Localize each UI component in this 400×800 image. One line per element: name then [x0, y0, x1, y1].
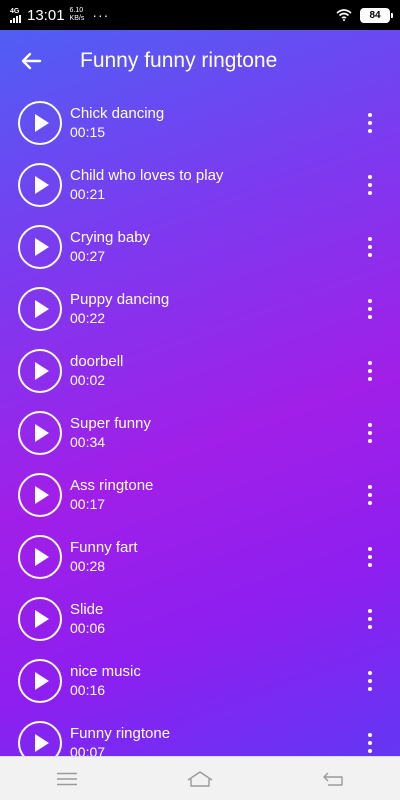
- ringtone-info: Ass ringtone 00:17: [70, 477, 153, 513]
- ringtone-info: Puppy dancing 00:22: [70, 291, 169, 327]
- play-icon: [35, 548, 49, 566]
- play-button[interactable]: [18, 473, 62, 517]
- ringtone-item[interactable]: Puppy dancing 00:22: [0, 278, 400, 340]
- network-speed: 6.10 KB/s: [70, 7, 85, 23]
- network-type-label: 4G: [10, 7, 20, 15]
- more-vertical-icon[interactable]: [362, 542, 378, 572]
- signal-icon: [10, 14, 21, 23]
- network-speed-unit: KB/s: [69, 15, 85, 22]
- page-title: Funny funny ringtone: [80, 49, 278, 72]
- notification-more-icon: ···: [92, 7, 110, 23]
- more-vertical-icon[interactable]: [362, 604, 378, 634]
- ringtone-duration: 00:34: [70, 434, 106, 450]
- play-icon: [35, 424, 49, 442]
- ringtone-list: Chick dancing 00:15 Child who loves to p…: [0, 92, 400, 774]
- more-vertical-icon[interactable]: [362, 170, 378, 200]
- play-icon: [35, 362, 49, 380]
- home-button[interactable]: [170, 757, 230, 800]
- ringtone-item[interactable]: Chick dancing 00:15: [0, 92, 400, 154]
- ringtone-info: doorbell 00:02: [70, 353, 123, 389]
- ringtone-item[interactable]: Child who loves to play 00:21: [0, 154, 400, 216]
- ringtone-duration: 00:22: [70, 310, 106, 326]
- clock: 13:01: [27, 6, 65, 24]
- more-vertical-icon[interactable]: [362, 418, 378, 448]
- signal-indicator: 4G: [10, 8, 21, 23]
- play-icon: [35, 238, 49, 256]
- play-icon: [35, 114, 49, 132]
- ringtone-info: Chick dancing 00:15: [70, 105, 164, 141]
- ringtone-title: Crying baby: [70, 229, 151, 246]
- back-nav-button[interactable]: [303, 757, 363, 800]
- play-icon: [35, 610, 49, 628]
- more-vertical-icon[interactable]: [362, 728, 378, 758]
- play-button[interactable]: [18, 349, 62, 393]
- ringtone-item[interactable]: Crying baby 00:27: [0, 216, 400, 278]
- ringtone-item[interactable]: Funny fart 00:28: [0, 526, 400, 588]
- play-icon: [35, 486, 49, 504]
- more-vertical-icon[interactable]: [362, 232, 378, 262]
- arrow-left-icon: [21, 52, 42, 70]
- ringtone-title: Child who loves to play: [70, 167, 224, 184]
- ringtone-item[interactable]: nice music 00:16: [0, 650, 400, 712]
- play-button[interactable]: [18, 101, 62, 145]
- ringtone-title: Slide: [70, 601, 104, 618]
- status-right: 84: [336, 7, 393, 23]
- ringtone-info: nice music 00:16: [70, 663, 141, 699]
- play-icon: [35, 672, 49, 690]
- ringtone-item[interactable]: doorbell 00:02: [0, 340, 400, 402]
- ringtone-duration: 00:02: [70, 372, 106, 388]
- play-button[interactable]: [18, 411, 62, 455]
- ringtone-title: Super funny: [70, 415, 151, 432]
- menu-button[interactable]: [37, 757, 97, 800]
- ringtone-duration: 00:16: [70, 682, 106, 698]
- more-vertical-icon[interactable]: [362, 480, 378, 510]
- ringtone-info: Slide 00:06: [70, 601, 105, 637]
- ringtone-duration: 00:17: [70, 496, 106, 512]
- system-nav-bar: [0, 756, 400, 800]
- play-button[interactable]: [18, 659, 62, 703]
- ringtone-title: Puppy dancing: [70, 291, 170, 308]
- ringtone-title: doorbell: [70, 353, 124, 370]
- wifi-icon: [336, 9, 352, 21]
- ringtone-title: Chick dancing: [70, 105, 165, 122]
- play-button[interactable]: [18, 163, 62, 207]
- ringtone-info: Child who loves to play 00:21: [70, 167, 223, 203]
- play-icon: [35, 734, 49, 752]
- ringtone-item[interactable]: Super funny 00:34: [0, 402, 400, 464]
- screen: 4G 13:01 6.10 KB/s ··· 84 Funny funny ri…: [0, 0, 400, 800]
- more-vertical-icon[interactable]: [362, 666, 378, 696]
- network-speed-value: 6.10: [69, 7, 84, 14]
- ringtone-title: Funny ringtone: [70, 725, 171, 742]
- ringtone-duration: 00:15: [70, 124, 106, 140]
- status-bar: 4G 13:01 6.10 KB/s ··· 84: [0, 0, 400, 30]
- ringtone-duration: 00:06: [70, 620, 106, 636]
- ringtone-item[interactable]: Ass ringtone 00:17: [0, 464, 400, 526]
- ringtone-item[interactable]: Slide 00:06: [0, 588, 400, 650]
- more-vertical-icon[interactable]: [362, 108, 378, 138]
- more-vertical-icon[interactable]: [362, 356, 378, 386]
- ringtone-duration: 00:21: [70, 186, 106, 202]
- play-button[interactable]: [18, 535, 62, 579]
- home-icon: [187, 770, 213, 787]
- ringtone-info: Funny fart 00:28: [70, 539, 138, 575]
- ringtone-title: nice music: [70, 663, 141, 680]
- ringtone-info: Super funny 00:34: [70, 415, 151, 451]
- play-icon: [35, 176, 49, 194]
- ringtone-title: Ass ringtone: [70, 477, 154, 494]
- back-icon: [323, 772, 344, 786]
- ringtone-duration: 00:27: [70, 248, 106, 264]
- ringtone-info: Crying baby 00:27: [70, 229, 150, 265]
- more-vertical-icon[interactable]: [362, 294, 378, 324]
- play-button[interactable]: [18, 287, 62, 331]
- app-bar: Funny funny ringtone: [0, 30, 400, 92]
- play-icon: [35, 300, 49, 318]
- play-button[interactable]: [18, 597, 62, 641]
- back-button[interactable]: [0, 30, 62, 92]
- play-button[interactable]: [18, 225, 62, 269]
- battery-icon: 84: [360, 7, 393, 23]
- ringtone-title: Funny fart: [70, 539, 138, 556]
- menu-icon: [56, 772, 77, 785]
- ringtone-duration: 00:28: [70, 558, 106, 574]
